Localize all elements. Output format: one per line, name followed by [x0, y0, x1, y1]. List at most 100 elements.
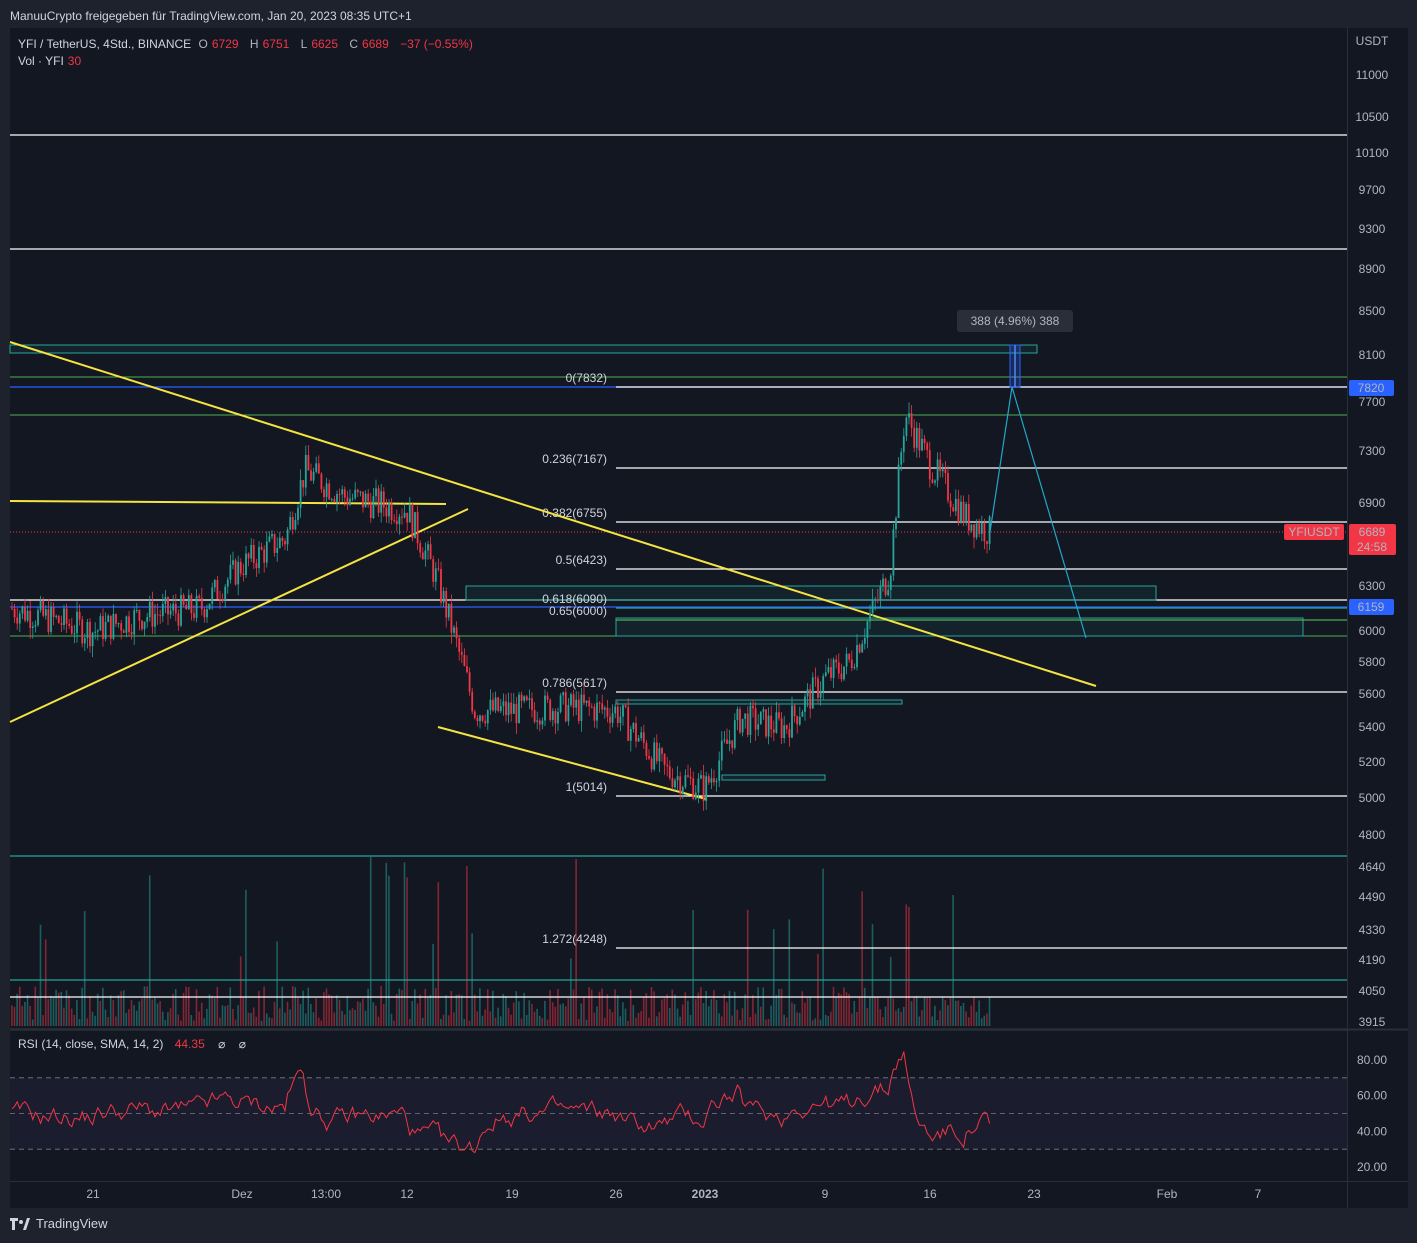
volume-bar — [817, 953, 819, 1026]
price-tick: 11000 — [1356, 68, 1389, 82]
candle-body — [614, 706, 617, 714]
volume-bar — [312, 1012, 315, 1026]
volume-bar — [900, 1011, 902, 1026]
candle-body — [718, 760, 721, 781]
candle-body — [221, 599, 224, 601]
volume-bar — [921, 1010, 923, 1026]
candle-body — [489, 699, 492, 711]
chart-canvas[interactable]: 0(7832)0.236(7167)0.382(6755)0.5(6423)0.… — [0, 0, 1417, 1243]
volume-bar — [411, 1001, 414, 1026]
candle-body — [372, 496, 375, 519]
time-tick: 12 — [400, 1187, 414, 1201]
candle-body — [291, 517, 294, 530]
candle-body — [671, 778, 674, 788]
candle-body — [551, 711, 554, 720]
time-tick: 21 — [86, 1187, 100, 1201]
candle-body — [645, 742, 648, 757]
time-tick: Dez — [231, 1187, 252, 1201]
volume-bar — [26, 995, 29, 1026]
time-tick: 16 — [923, 1187, 937, 1201]
candle-body — [380, 491, 383, 513]
candle-body — [450, 603, 453, 633]
volume-bar — [671, 989, 674, 1026]
candle-body — [216, 580, 219, 599]
volume-bar — [455, 994, 458, 1026]
volume-bar — [47, 999, 50, 1026]
candle-body — [533, 710, 536, 722]
volume-bar — [432, 943, 434, 1026]
volume-bar — [187, 987, 190, 1026]
candle-body — [265, 541, 268, 563]
candle-body — [744, 713, 747, 719]
candle-body — [694, 792, 697, 799]
candle-body — [159, 615, 162, 617]
volume-bar — [869, 997, 871, 1026]
tradingview-brand[interactable]: TradingView — [10, 1216, 108, 1231]
volume-bar — [424, 988, 427, 1026]
candle-body — [190, 595, 193, 614]
candle-body — [915, 427, 918, 448]
candle-body — [174, 603, 177, 614]
volume-bar — [723, 994, 726, 1026]
candle-body — [481, 715, 484, 721]
candle-body — [388, 502, 390, 517]
volume-bar — [835, 997, 837, 1026]
candle-body — [580, 694, 583, 722]
volume-bar — [687, 1000, 689, 1026]
candle-body — [406, 512, 409, 523]
candle-body — [635, 723, 637, 742]
volume-bar — [897, 1008, 900, 1026]
volume-bar — [785, 1017, 788, 1026]
candle-body — [297, 507, 299, 520]
candle-body — [52, 607, 55, 617]
candle-body — [954, 498, 957, 512]
candle-body — [590, 706, 593, 708]
rsi-legend: RSI (14, close, SMA, 14, 2) 44.35 ⌀ ⌀ — [18, 1037, 246, 1051]
candle-body — [520, 694, 523, 701]
candle-body — [564, 692, 567, 722]
candle-body — [315, 463, 318, 472]
price-pane — [10, 28, 1347, 1028]
volume-bar — [713, 990, 715, 1026]
candle-body — [343, 489, 346, 498]
volume-bar — [499, 1016, 502, 1026]
volume-bar — [856, 1011, 858, 1026]
fib-label: 1(5014) — [566, 780, 607, 794]
volume-bar — [291, 986, 294, 1026]
candle-body — [156, 614, 159, 616]
volume-bar — [133, 1005, 135, 1026]
fib-label: 0.786(5617) — [542, 676, 607, 690]
symbol-legend: YFI / TetherUS, 4Std., BINANCE O 6729 H 67… — [18, 37, 473, 51]
volume-bar — [557, 988, 559, 1026]
candle-body — [897, 464, 900, 519]
volume-bar — [975, 1011, 978, 1026]
volume-bar — [234, 1019, 237, 1026]
price-tick: 10100 — [1355, 146, 1389, 160]
candle-body — [16, 617, 19, 624]
candle-body — [299, 480, 302, 508]
volume-bar — [130, 999, 133, 1026]
volume-bar — [250, 1012, 252, 1026]
candle-body — [390, 502, 393, 521]
volume-bar — [934, 1005, 936, 1026]
candle-body — [848, 653, 851, 660]
volume-bar — [928, 997, 931, 1026]
candle-body — [78, 611, 81, 620]
volume-bar — [271, 1018, 273, 1026]
volume-bar — [338, 999, 341, 1026]
candle-body — [86, 621, 89, 638]
volume-bar — [624, 1008, 627, 1026]
volume-bar — [580, 1003, 583, 1026]
candle-body — [377, 488, 380, 513]
volume-bar — [281, 986, 284, 1026]
volume-bar — [967, 1017, 970, 1026]
candle-body — [271, 534, 273, 537]
candle-body — [713, 778, 715, 783]
volume-bar — [533, 1011, 536, 1026]
volume-bar — [616, 995, 619, 1026]
candle-body — [887, 590, 890, 595]
volume-bar — [193, 1020, 195, 1026]
candle-body — [278, 537, 281, 549]
candle-body — [195, 595, 198, 618]
countdown-tag: 24:58 — [1357, 540, 1387, 554]
